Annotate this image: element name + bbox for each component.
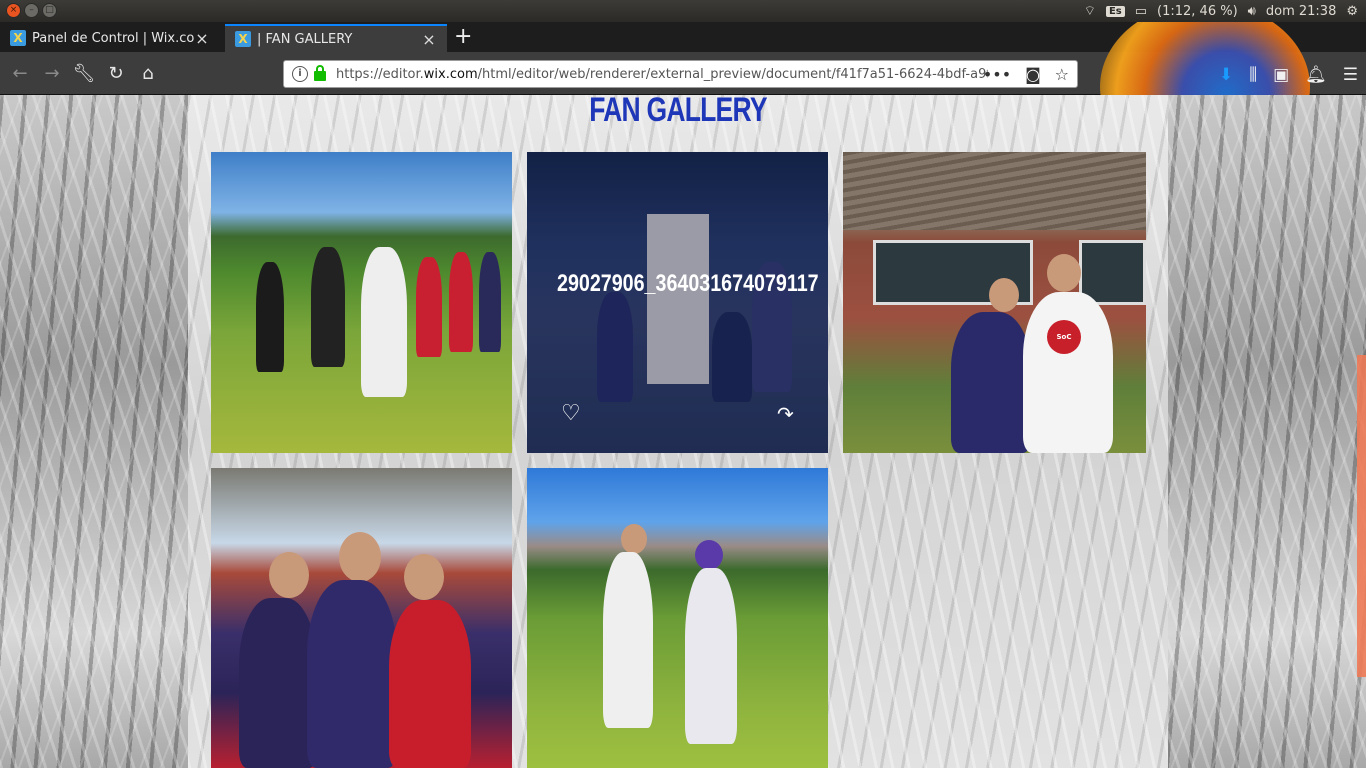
- os-top-panel: × – □ ⌔ Es ▭ (1:12, 46 %) 🔊︎ dom 21:38 ⚙: [0, 0, 1366, 22]
- page-viewport: FAN GALLERY 29027906_364031674079117 ♡ ↷…: [0, 95, 1366, 768]
- helmet-icon: [695, 540, 723, 570]
- page-scrollbar-thumb[interactable]: [1357, 355, 1366, 677]
- info-icon[interactable]: i: [292, 66, 308, 82]
- window-controls: × – □: [6, 3, 57, 18]
- tab-panel-de-control[interactable]: Panel de Control | Wix.com ×: [0, 24, 220, 52]
- bookmark-star-icon[interactable]: ☆: [1055, 65, 1069, 84]
- wifi-icon[interactable]: ⌔: [1084, 3, 1096, 19]
- url-text[interactable]: https://editor.wix.com/html/editor/web/r…: [336, 67, 988, 82]
- reload-icon[interactable]: ↻: [104, 62, 128, 86]
- player-figure: [311, 247, 345, 367]
- hamburger-menu-icon[interactable]: ☰: [1343, 65, 1358, 85]
- tab-close-icon[interactable]: ×: [421, 30, 437, 49]
- person-head: [989, 278, 1019, 312]
- battery-status[interactable]: (1:12, 46 %): [1157, 4, 1238, 19]
- battery-icon[interactable]: ▭: [1135, 4, 1147, 19]
- new-tab-plus-icon[interactable]: +: [454, 26, 472, 48]
- pocket-icon[interactable]: ◙: [1025, 65, 1041, 84]
- page-actions-ellipsis-icon[interactable]: •••: [983, 65, 1011, 84]
- gallery-photo-spirit-of-cricket[interactable]: SoC: [843, 152, 1146, 453]
- settings-gear-icon[interactable]: ⚙: [1346, 4, 1358, 19]
- gallery-photo-las-loicas[interactable]: 29027906_364031674079117 ♡ ↷: [527, 152, 828, 453]
- window-close-button[interactable]: ×: [6, 3, 21, 18]
- photo-caption: 29027906_364031674079117: [557, 270, 819, 297]
- sidebar-icon[interactable]: ▣: [1273, 65, 1289, 85]
- batter-figure: [603, 552, 653, 728]
- wix-favicon-icon: [235, 31, 251, 47]
- forward-arrow-icon[interactable]: →: [40, 62, 64, 86]
- home-icon[interactable]: ⌂: [136, 62, 160, 86]
- tab-close-icon[interactable]: ×: [194, 29, 210, 48]
- address-bar[interactable]: i https://editor.wix.com/html/editor/web…: [283, 60, 1078, 88]
- person-head: [404, 554, 444, 600]
- window-maximize-button[interactable]: □: [42, 3, 57, 18]
- volume-icon[interactable]: 🔊︎: [1248, 4, 1256, 19]
- download-arrow-icon[interactable]: ⬇: [1219, 65, 1233, 85]
- person-head: [1047, 254, 1081, 292]
- player-figure: [449, 252, 473, 352]
- back-arrow-icon[interactable]: ←: [8, 62, 32, 86]
- player-figure: [479, 252, 501, 352]
- player-figure: [416, 257, 442, 357]
- clock[interactable]: dom 21:38: [1266, 4, 1336, 19]
- gallery-photo-three-players[interactable]: [211, 468, 512, 768]
- share-icon[interactable]: ↷: [777, 402, 794, 426]
- player-figure: [307, 580, 397, 768]
- roof-shape: [843, 152, 1146, 230]
- keyboard-layout-indicator[interactable]: Es: [1105, 5, 1125, 17]
- library-icon[interactable]: ⫼: [1249, 65, 1257, 85]
- person-head: [621, 524, 647, 554]
- coach-figure: [1023, 292, 1113, 453]
- person-head: [339, 532, 381, 582]
- player-figure: [951, 312, 1031, 453]
- player-figure: [239, 598, 317, 768]
- page-title: FAN GALLERY: [589, 95, 767, 129]
- player-figure: [389, 600, 471, 768]
- spirit-of-cricket-logo: SoC: [1047, 320, 1081, 354]
- wix-favicon-icon: [10, 30, 26, 46]
- batter-figure: [685, 568, 737, 744]
- person-head: [269, 552, 309, 598]
- tab-title: | FAN GALLERY: [257, 31, 353, 47]
- gallery-photo-team-field[interactable]: [211, 152, 512, 453]
- system-indicators: ⌔ Es ▭ (1:12, 46 %) 🔊︎ dom 21:38 ⚙: [1084, 0, 1358, 22]
- tab-title: Panel de Control | Wix.com: [32, 30, 194, 46]
- coach-figure: [361, 247, 407, 397]
- wrench-icon[interactable]: 🔧︎: [72, 62, 96, 86]
- window-minimize-button[interactable]: –: [24, 3, 39, 18]
- tab-fan-gallery[interactable]: | FAN GALLERY ×: [225, 24, 447, 52]
- heart-icon[interactable]: ♡: [561, 401, 581, 426]
- lock-icon[interactable]: [314, 65, 326, 81]
- browser-nav-bar: ← → 🔧︎ ↻ ⌂ i https://editor.wix.com/html…: [0, 22, 1366, 96]
- notification-bell-icon[interactable]: 🔔︎: [1305, 65, 1327, 85]
- player-figure: [256, 262, 284, 372]
- gallery-photo-batters[interactable]: [527, 468, 828, 768]
